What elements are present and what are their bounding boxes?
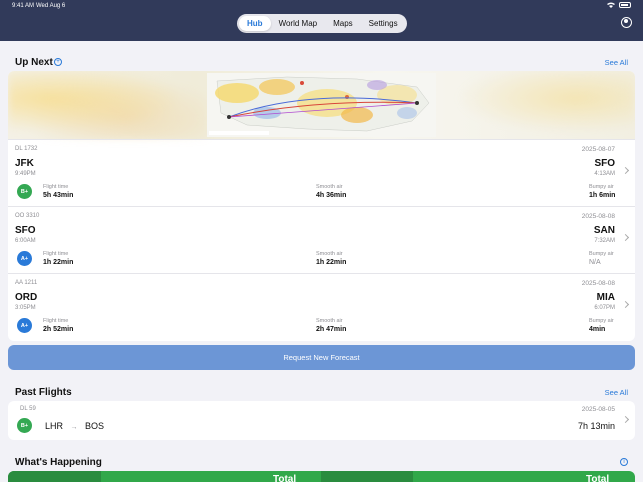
origin-code: JFK — [15, 158, 34, 169]
past-flights-see-all[interactable]: See All — [605, 388, 628, 397]
tab-world-map[interactable]: World Map — [271, 16, 326, 31]
departure-time: 3:05PM — [15, 305, 36, 311]
status-icons — [607, 2, 631, 8]
info-icon[interactable]: i — [620, 458, 628, 466]
chevron-right-icon — [621, 166, 630, 175]
tab-maps[interactable]: Maps — [325, 16, 361, 31]
origin-code: LHR — [45, 421, 64, 431]
route: LHR → BOS — [45, 421, 104, 431]
turbulence-grade-badge: A+ — [17, 251, 32, 266]
flight-duration: 7h 13min — [577, 421, 615, 431]
tile-title: Total — [586, 474, 610, 482]
smooth-air-value: 2h 47min — [316, 326, 347, 333]
flight-row[interactable]: AA 1211 2025-08-08 ORD 3:05PM MIA 6:07PM… — [8, 273, 635, 339]
battery-icon — [619, 2, 631, 8]
bumpy-air-label: Bumpy air — [589, 251, 614, 257]
arrival-time: 7:32AM — [594, 238, 615, 244]
flight-number: DL 1732 — [15, 146, 38, 152]
up-next-see-all[interactable]: See All — [605, 58, 628, 67]
top-bar: 9:41 AM Wed Aug 6 Hub World Map Maps Set… — [0, 0, 643, 41]
bumpy-air-value: N/A — [589, 259, 601, 266]
flight-row[interactable]: DL 1732 2025-08-07 JFK 9:49PM SFO 4:13AM… — [8, 139, 635, 205]
flight-time-label: Flight time — [43, 184, 69, 190]
origin-code: ORD — [15, 292, 38, 303]
status-time: 9:41 AM — [12, 3, 35, 9]
flight-date: 2025-08-05 — [581, 406, 615, 413]
smooth-air-label: Smooth air — [316, 318, 343, 324]
turbulence-grade-badge: A+ — [17, 318, 32, 333]
flight-date: 2025-08-07 — [581, 146, 615, 153]
chevron-right-icon — [621, 300, 630, 309]
flight-number: DL 59 — [20, 406, 36, 412]
past-flights-title: Past Flights — [15, 387, 72, 398]
bumpy-air-value: 4min — [589, 326, 606, 333]
profile-icon[interactable] — [621, 17, 632, 28]
smooth-air-value: 4h 36min — [316, 192, 347, 199]
arrow-right-icon: → — [70, 424, 78, 431]
tab-settings[interactable]: Settings — [361, 16, 406, 31]
add-icon[interactable]: + — [54, 58, 62, 66]
bumpy-air-value: 1h 6min — [589, 192, 616, 199]
whats-happening-title: What's Happening — [15, 457, 102, 468]
departure-time: 6:00AM — [15, 238, 36, 244]
smooth-air-value: 1h 22min — [316, 259, 347, 266]
flight-time-value: 1h 22min — [43, 259, 74, 266]
up-next-title: Up Next — [15, 57, 53, 68]
up-next-card: DL 1732 2025-08-07 JFK 9:49PM SFO 4:13AM… — [8, 71, 635, 341]
main-tabs: Hub World Map Maps Settings — [237, 14, 407, 33]
bumpy-air-label: Bumpy air — [589, 318, 614, 324]
tab-hub[interactable]: Hub — [239, 16, 271, 31]
tile-title: Total — [273, 474, 297, 482]
flight-date: 2025-08-08 — [581, 280, 615, 287]
chevron-right-icon — [621, 415, 630, 424]
origin-code: SFO — [15, 225, 36, 236]
flight-date: 2025-08-08 — [581, 213, 615, 220]
weather-map-image — [207, 73, 436, 137]
whats-happening-carousel[interactable]: Total Total — [8, 471, 635, 482]
destination-code: SFO — [594, 158, 615, 169]
flight-time-label: Flight time — [43, 318, 69, 324]
wifi-icon — [607, 2, 615, 8]
flight-time-value: 5h 43min — [43, 192, 74, 199]
flight-time-label: Flight time — [43, 251, 69, 257]
arrival-time: 4:13AM — [594, 171, 615, 177]
destination-code: BOS — [85, 421, 105, 431]
turbulence-grade-badge: B+ — [17, 184, 32, 199]
status-date: Wed Aug 6 — [36, 3, 66, 9]
destination-code: SAN — [593, 225, 615, 236]
smooth-air-label: Smooth air — [316, 184, 343, 190]
flight-row[interactable]: OO 3310 2025-08-08 SFO 6:00AM SAN 7:32AM… — [8, 206, 635, 272]
destination-code: MIA — [596, 292, 615, 303]
route-map[interactable] — [8, 71, 635, 139]
arrival-time: 6:07PM — [594, 305, 615, 311]
smooth-air-label: Smooth air — [316, 251, 343, 257]
bumpy-air-label: Bumpy air — [589, 184, 614, 190]
past-flight-row[interactable]: DL 59 2025-08-05 B+ LHR → BOS 7h 13min — [8, 401, 635, 440]
flight-number: OO 3310 — [15, 213, 40, 219]
departure-time: 9:49PM — [15, 171, 36, 177]
chevron-right-icon — [621, 233, 630, 242]
flight-number: AA 1211 — [15, 280, 38, 286]
flight-time-value: 2h 52min — [43, 326, 74, 333]
turbulence-grade-badge: B+ — [17, 418, 32, 433]
request-forecast-button[interactable]: Request New Forecast — [8, 345, 635, 370]
